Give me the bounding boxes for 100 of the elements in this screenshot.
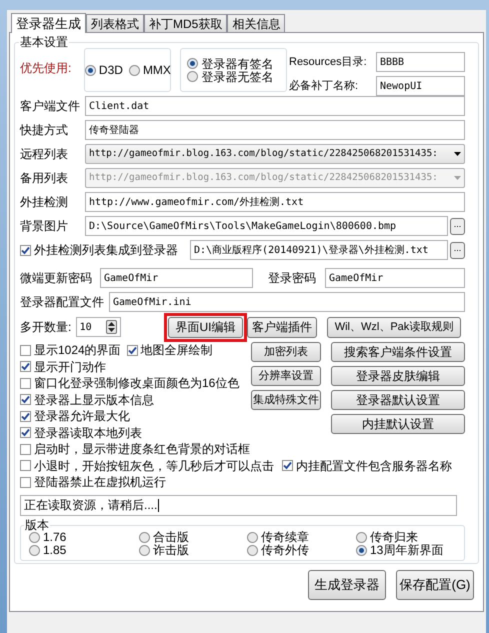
field-value: http://www.gameofmir.com/外挂检测.txt — [89, 196, 304, 210]
tool-button[interactable]: 内挂默认设置 — [331, 414, 465, 434]
checkbox[interactable] — [20, 244, 31, 256]
field-value: D:\Source\GameOfMirs\Tools\MakeGameLogin\800600.bmp — [89, 220, 396, 234]
checkbox-label: 登录器上显示版本信息 — [34, 392, 154, 409]
field-value: GameOfMir.ini — [113, 296, 192, 310]
checkbox[interactable] — [20, 476, 31, 488]
text-field[interactable]: GameOfMir.ini — [109, 292, 465, 312]
tool-button[interactable]: 登录器默认设置 — [331, 390, 465, 410]
text-cursor — [158, 498, 160, 512]
checkbox[interactable] — [20, 361, 31, 372]
text-field[interactable]: GameOfMir — [100, 268, 253, 288]
text-field[interactable]: GameOfMir — [325, 268, 465, 288]
browse-button[interactable]: ... — [450, 218, 465, 234]
radio-button[interactable] — [356, 532, 367, 542]
tool-button[interactable]: 集成特殊文件 — [251, 390, 321, 410]
field-value: 10 — [80, 320, 92, 334]
field-label: 多开数量: — [20, 319, 72, 336]
radio-label: 诈击版 — [153, 544, 189, 556]
group-title: 版本 — [24, 518, 50, 532]
radio-button[interactable] — [84, 64, 96, 76]
tool-button[interactable]: 客户端插件 — [247, 316, 317, 338]
radio-label: 1.85 — [43, 544, 66, 556]
radio-label: 传奇归来 — [370, 530, 418, 544]
radio-button[interactable] — [247, 532, 258, 542]
checkbox[interactable] — [20, 410, 31, 422]
text-field[interactable]: http://www.gameofmir.com/外挂检测.txt — [85, 192, 465, 212]
checkbox[interactable] — [20, 460, 31, 472]
radio-button[interactable] — [29, 532, 40, 542]
radio-label: 13周年新界面 — [370, 544, 444, 556]
field-label: 登录密码 — [268, 270, 317, 287]
tool-button[interactable]: 加密列表 — [251, 342, 321, 362]
field-value: D:\商业版程序(20140921)\登录器\外挂检测.txt — [194, 244, 428, 258]
spin-buttons-icon[interactable] — [106, 320, 117, 334]
radio-button[interactable] — [29, 544, 40, 556]
text-field[interactable]: NewopUI — [376, 76, 465, 96]
radio-button[interactable] — [247, 544, 258, 556]
tool-button[interactable]: 登录器皮肤编辑 — [331, 366, 465, 386]
checkbox[interactable] — [20, 427, 31, 438]
radio-button[interactable] — [187, 58, 198, 69]
checkbox-label: 外挂检测列表集成到登录器 — [34, 242, 178, 259]
tool-button[interactable]: 界面UI编辑 — [168, 316, 243, 338]
text-field[interactable]: D:\Source\GameOfMirs\Tools\MakeGameLogin\800600.bmp — [85, 216, 448, 236]
checkbox[interactable] — [20, 394, 31, 406]
field-label: 微端更新密码 — [20, 270, 93, 287]
text-field[interactable]: Client.dat — [85, 96, 465, 116]
dropdown-value: http://gameofmir.blog.163.com/blog/static/228425068201531435: — [89, 146, 439, 161]
checkbox-label: 登陆器禁止在虚拟机运行 — [34, 474, 166, 492]
tool-button[interactable]: 生成登录器 — [308, 570, 386, 600]
tool-button[interactable]: 搜索客户端条件设置 — [331, 342, 465, 362]
checkbox-label: 启动时，显示带进度条红色背景的对话框 — [34, 441, 250, 458]
radio-button[interactable] — [128, 64, 140, 76]
text-field[interactable]: 10 — [76, 317, 121, 337]
radio-label: 合击版 — [153, 530, 189, 544]
field-label: 必备补丁名称: — [289, 78, 360, 94]
tool-button[interactable]: 保存配置(G) — [396, 570, 474, 600]
field-label: 远程列表 — [20, 146, 69, 163]
checkbox[interactable] — [20, 344, 31, 356]
radio-button[interactable] — [356, 544, 367, 556]
field-label: 登录器配置文件 — [20, 294, 105, 311]
checkbox-label: 登录器允许最大化 — [34, 408, 130, 426]
priority-label: 优先使用: — [20, 60, 72, 77]
field-value: NewopUI — [380, 80, 422, 94]
tool-button[interactable]: 分辨率设置 — [251, 366, 321, 386]
checkbox[interactable] — [282, 460, 293, 472]
field-value: GameOfMir — [104, 272, 158, 286]
checkbox[interactable] — [20, 378, 31, 389]
radio-label: D3D — [98, 62, 123, 79]
dropdown[interactable]: http://gameofmir.blog.163.com/blog/static/228425068201531435: — [85, 144, 465, 164]
field-label: Resources目录: — [289, 54, 368, 70]
checkbox-label: 窗口化登录强制修改桌面颜色为16位色 — [34, 375, 240, 392]
dropdown-value: http://gameofmir.blog.163.com/blog/static/228425068201531435: — [89, 170, 439, 185]
radio-button[interactable] — [187, 71, 198, 82]
text-field[interactable]: BBBB — [376, 52, 465, 72]
field-label: 快捷方式 — [20, 122, 69, 139]
field-value: GameOfMir — [329, 272, 384, 286]
tab[interactable]: 登录器生成 — [11, 13, 86, 33]
radio-button[interactable] — [139, 532, 150, 542]
checkbox-label: 小退时，开始按钮灰色，等几秒后才可以点击 — [34, 458, 274, 475]
field-label: 背景图片 — [20, 218, 69, 235]
status-field[interactable]: 正在读取资源，请稍后.... — [20, 494, 457, 516]
checkbox[interactable] — [126, 344, 138, 356]
tab[interactable]: 相关信息 — [227, 14, 286, 32]
field-value: 传奇登陆器 — [89, 124, 139, 138]
browse-button[interactable]: ... — [450, 242, 465, 258]
checkbox[interactable] — [20, 444, 31, 455]
tab[interactable]: 补丁MD5获取 — [144, 14, 228, 32]
field-label: 客户端文件 — [20, 98, 81, 115]
group-title: 基本设置 — [19, 35, 69, 49]
tab[interactable]: 列表格式 — [86, 14, 144, 32]
tool-button[interactable]: Wil、Wzl、Pak读取规则 — [327, 316, 461, 338]
radio-button[interactable] — [139, 544, 150, 556]
radio-label: 传奇外传 — [261, 544, 309, 556]
radio-label: 1.76 — [43, 530, 66, 544]
text-field[interactable]: D:\商业版程序(20140921)\登录器\外挂检测.txt — [190, 240, 448, 260]
field-label: 外挂检测 — [20, 194, 69, 211]
radio-label: 登录器无签名 — [201, 70, 274, 86]
radio-label: 传奇续章 — [261, 530, 309, 544]
text-field[interactable]: 传奇登陆器 — [85, 120, 465, 140]
checkbox-label: 地图全屏绘制 — [140, 342, 213, 360]
